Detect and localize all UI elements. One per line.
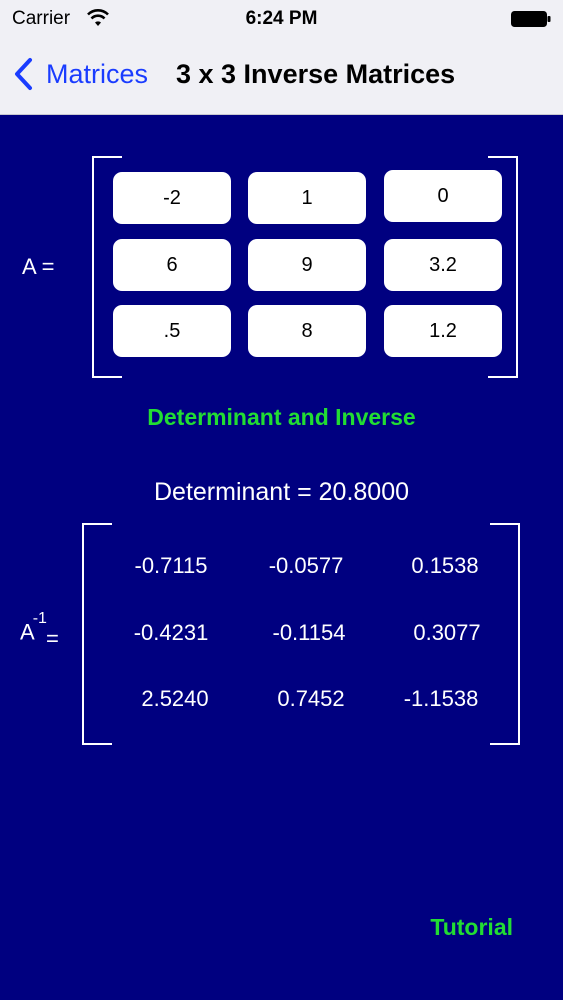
matrix-a-cell-r1c2[interactable]: 1 — [248, 172, 366, 224]
inverse-cell-r1c1: -0.7115 — [134, 553, 208, 578]
back-button[interactable]: Matrices — [12, 54, 148, 94]
inverse-label-superscript: -1 — [32, 610, 47, 627]
inverse-label: A-1 = — [20, 610, 59, 651]
battery-icon — [511, 11, 551, 27]
inverse-cell-r1c3: 0.1538 — [411, 553, 479, 578]
determinant-result: Determinant = 20.8000 — [153, 478, 410, 506]
matrix-a-cell-r2c3[interactable]: 3.2 — [384, 239, 502, 291]
page-title: 3 x 3 Inverse Matrices — [176, 59, 456, 89]
inverse-cell-r2c1: -0.4231 — [133, 620, 209, 645]
matrix-a-cell-r3c2[interactable]: 8 — [248, 305, 366, 357]
matrix-a-cell-r2c2[interactable]: 9 — [248, 239, 366, 291]
clock: 6:24 PM — [245, 8, 318, 29]
matrix-a-cell-r1c3[interactable]: 0 — [384, 170, 502, 222]
inverse-cell-r3c1: 2.5240 — [141, 686, 209, 711]
matrix-a-cell-r3c1[interactable]: .5 — [113, 305, 231, 357]
determinant-and-inverse-button[interactable]: Determinant and Inverse — [0, 404, 563, 431]
inverse-cell-r3c3: -1.1538 — [403, 686, 479, 711]
inverse-cell-r2c2: -0.1154 — [272, 620, 346, 645]
navigation-bar: Matrices 3 x 3 Inverse Matrices — [0, 38, 563, 114]
chevron-left-icon — [15, 58, 32, 90]
matrix-a-cell-r3c3[interactable]: 1.2 — [384, 305, 502, 357]
status-bar: Carrier 6:24 PM — [0, 0, 563, 38]
inverse-cell-r3c2: 0.7452 — [277, 686, 345, 711]
tutorial-button[interactable]: Tutorial — [430, 914, 513, 941]
inverse-cell-r1c2: -0.0577 — [268, 553, 344, 578]
matrix-a-cell-r2c1[interactable]: 6 — [113, 239, 231, 291]
inverse-label-equals: = — [46, 626, 59, 651]
matrix-a-label: A = — [22, 254, 55, 279]
matrix-a-cell-r1c1[interactable]: -2 — [113, 172, 231, 224]
back-button-label: Matrices — [46, 58, 149, 89]
top-bar: Carrier 6:24 PM Matrices 3 x 3 Inverse M… — [0, 0, 563, 115]
inverse-cell-r2c3: 0.3077 — [413, 620, 481, 645]
